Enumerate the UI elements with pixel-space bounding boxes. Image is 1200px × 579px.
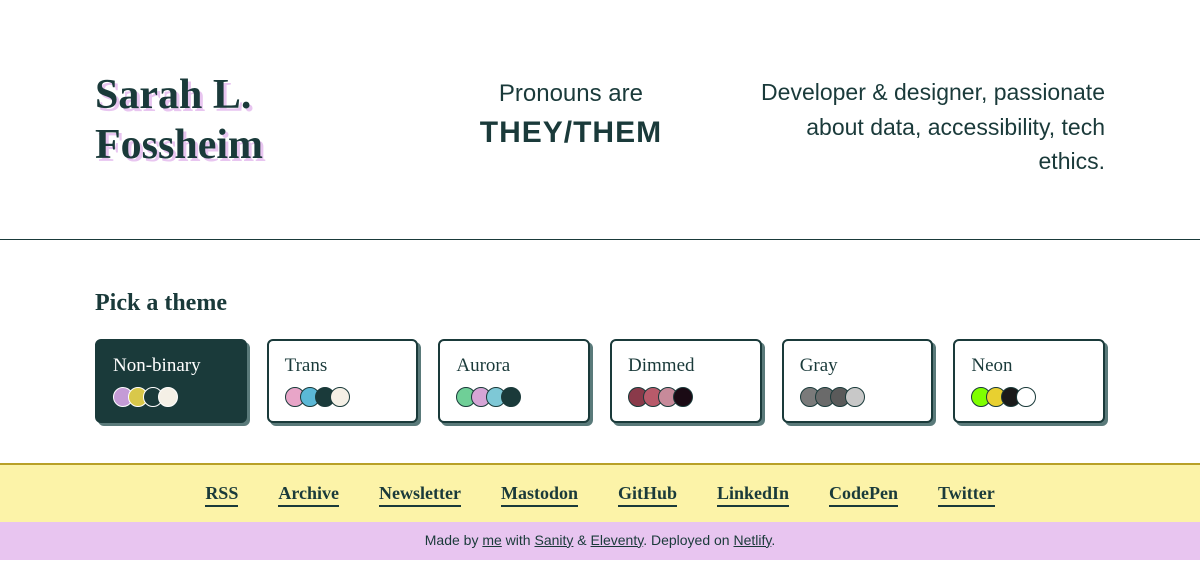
theme-picker-section: Pick a theme Non-binary Trans Aurora Dimmed…	[0, 240, 1200, 463]
theme-swatches	[113, 387, 229, 407]
credits-suffix: .	[771, 532, 775, 548]
pronouns-block: Pronouns are THEY/THEM	[426, 70, 717, 150]
theme-card-aurora[interactable]: Aurora	[438, 339, 590, 423]
theme-name-label: Non-binary	[113, 355, 229, 377]
credits-me-link[interactable]: me	[482, 532, 501, 548]
pronouns-value: THEY/THEM	[426, 116, 717, 150]
footer-links-nav: RSS Archive Newsletter Mastodon GitHub Linked…	[0, 463, 1200, 522]
credits-prefix: Made by	[425, 532, 483, 548]
color-swatch	[845, 387, 865, 407]
name-line-1: Sarah L.	[95, 72, 251, 118]
footer-link-newsletter[interactable]: Newsletter	[379, 483, 461, 507]
theme-name-label: Trans	[285, 355, 401, 377]
theme-name-label: Gray	[800, 355, 916, 377]
name-block: Sarah L. Fossheim	[95, 70, 386, 171]
credits-mid1: with	[502, 532, 535, 548]
theme-name-label: Neon	[971, 355, 1087, 377]
theme-picker-title: Pick a theme	[95, 290, 1105, 317]
footer-link-rss[interactable]: RSS	[205, 483, 238, 507]
theme-card-trans[interactable]: Trans	[267, 339, 419, 423]
theme-swatches	[456, 387, 572, 407]
site-name: Sarah L. Fossheim	[95, 70, 386, 171]
theme-name-label: Aurora	[456, 355, 572, 377]
theme-grid: Non-binary Trans Aurora Dimmed Gray Neon	[95, 339, 1105, 423]
bio-block: Developer & designer, passionate about d…	[756, 70, 1105, 179]
header-block: Sarah L. Fossheim Pronouns are THEY/THEM…	[0, 0, 1200, 239]
theme-name-label: Dimmed	[628, 355, 744, 377]
color-swatch	[501, 387, 521, 407]
theme-card-neon[interactable]: Neon	[953, 339, 1105, 423]
footer-link-twitter[interactable]: Twitter	[938, 483, 995, 507]
theme-card-dimmed[interactable]: Dimmed	[610, 339, 762, 423]
color-swatch	[330, 387, 350, 407]
footer-link-linkedin[interactable]: LinkedIn	[717, 483, 789, 507]
footer-link-mastodon[interactable]: Mastodon	[501, 483, 578, 507]
credits-mid2: . Deployed on	[643, 532, 733, 548]
credits-amp: &	[573, 532, 590, 548]
footer-link-archive[interactable]: Archive	[278, 483, 339, 507]
name-line-2: Fossheim	[95, 122, 263, 168]
credits-netlify-link[interactable]: Netlify	[734, 532, 772, 548]
bio-text: Developer & designer, passionate about d…	[756, 75, 1105, 179]
theme-swatches	[628, 387, 744, 407]
theme-card-non-binary[interactable]: Non-binary	[95, 339, 247, 423]
theme-swatches	[800, 387, 916, 407]
theme-swatches	[971, 387, 1087, 407]
pronouns-label: Pronouns are	[426, 80, 717, 108]
color-swatch	[673, 387, 693, 407]
credits-sanity-link[interactable]: Sanity	[534, 532, 573, 548]
credits-eleventy-link[interactable]: Eleventy	[591, 532, 644, 548]
color-swatch	[158, 387, 178, 407]
footer-credits: Made by me with Sanity & Eleventy. Deplo…	[0, 522, 1200, 560]
footer-link-github[interactable]: GitHub	[618, 483, 677, 507]
color-swatch	[1016, 387, 1036, 407]
theme-card-gray[interactable]: Gray	[782, 339, 934, 423]
theme-swatches	[285, 387, 401, 407]
footer-link-codepen[interactable]: CodePen	[829, 483, 898, 507]
